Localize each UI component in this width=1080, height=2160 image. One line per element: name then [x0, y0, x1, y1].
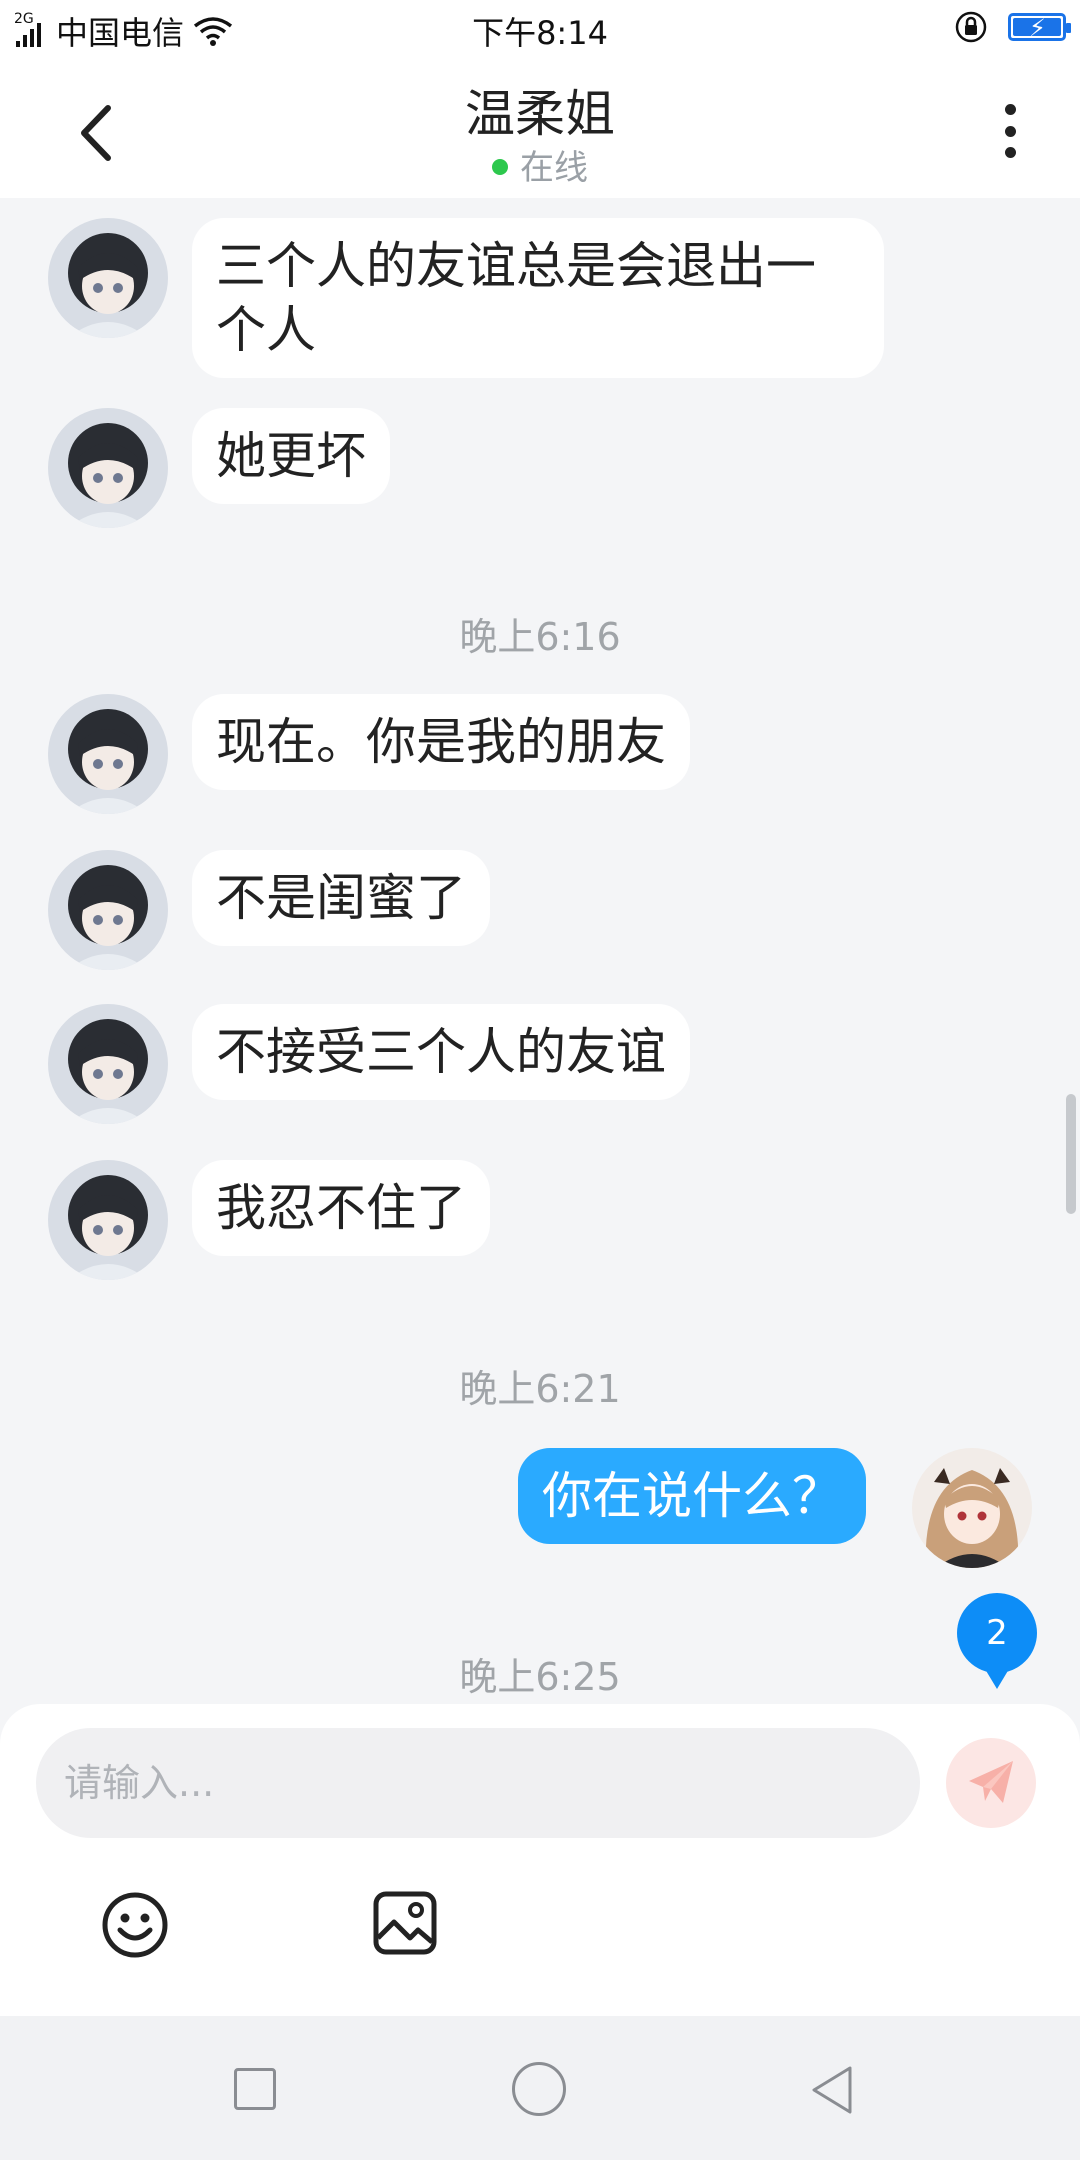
- message-bubble[interactable]: 不接受三个人的友谊: [192, 1004, 690, 1100]
- contact-avatar[interactable]: [48, 408, 168, 528]
- chat-scrollbar[interactable]: [1066, 1094, 1076, 1214]
- more-vertical-icon[interactable]: [990, 96, 1030, 166]
- message-bubble[interactable]: 她更坏: [192, 408, 390, 504]
- online-status-text: 在线: [520, 148, 588, 188]
- message-bubble[interactable]: 我忍不住了: [192, 1160, 490, 1256]
- message-text: 不是闺蜜了: [216, 869, 466, 927]
- image-icon[interactable]: [372, 1890, 438, 1956]
- system-nav-bar: [0, 2016, 1080, 2160]
- online-dot-icon: [492, 158, 508, 175]
- message-text: 不接受三个人的友谊: [216, 1023, 666, 1081]
- emoji-smile-icon[interactable]: [100, 1890, 170, 1960]
- send-button[interactable]: [946, 1738, 1036, 1828]
- unread-count-badge[interactable]: 2: [957, 1593, 1037, 1689]
- message-bubble[interactable]: 不是闺蜜了: [192, 850, 490, 946]
- rotation-lock-icon: [955, 11, 987, 43]
- contact-avatar[interactable]: [48, 850, 168, 970]
- contact-avatar[interactable]: [48, 1160, 168, 1280]
- message-text: 我忍不住了: [216, 1179, 466, 1237]
- message-text: 你在说什么？: [542, 1467, 842, 1525]
- timestamp-divider: 晚上6:16: [459, 615, 621, 659]
- chat-list[interactable]: 三个人的友谊总是会退出一 个人 她更坏 晚上6:16 现在。你是我的朋友 不是闺…: [0, 198, 1080, 1704]
- contact-avatar[interactable]: [48, 1004, 168, 1124]
- message-text: 个人: [216, 301, 316, 359]
- online-status: 在线: [0, 140, 1080, 189]
- timestamp-divider: 晚上6:25: [459, 1655, 621, 1699]
- recents-square-icon[interactable]: [234, 2068, 276, 2110]
- home-circle-icon[interactable]: [512, 2062, 566, 2116]
- back-triangle-icon[interactable]: [804, 2062, 860, 2118]
- my-message-bubble[interactable]: 你在说什么？: [518, 1448, 866, 1544]
- message-bubble[interactable]: 现在。你是我的朋友: [192, 694, 690, 790]
- message-bubble[interactable]: 三个人的友谊总是会退出一 个人: [192, 218, 884, 378]
- chat-header: 温柔姐 在线: [0, 56, 1080, 198]
- send-plane-icon: [969, 1761, 1013, 1803]
- battery-charging-icon: ⚡: [1008, 13, 1071, 42]
- contact-avatar[interactable]: [48, 218, 168, 338]
- my-avatar[interactable]: [912, 1448, 1032, 1568]
- timestamp-divider: 晚上6:21: [459, 1367, 621, 1411]
- message-composer: [0, 1704, 1080, 2016]
- message-input[interactable]: [36, 1728, 920, 1838]
- message-text: 三个人的友谊总是会退出一: [216, 237, 816, 295]
- message-text: 现在。你是我的朋友: [216, 713, 666, 771]
- status-bar: 2G 中国电信 下午8:14 ⚡: [0, 0, 1080, 56]
- contact-name: 温柔姐: [465, 85, 615, 143]
- status-time: 下午8:14: [472, 14, 608, 52]
- contact-avatar[interactable]: [48, 694, 168, 814]
- message-text: 她更坏: [216, 427, 366, 485]
